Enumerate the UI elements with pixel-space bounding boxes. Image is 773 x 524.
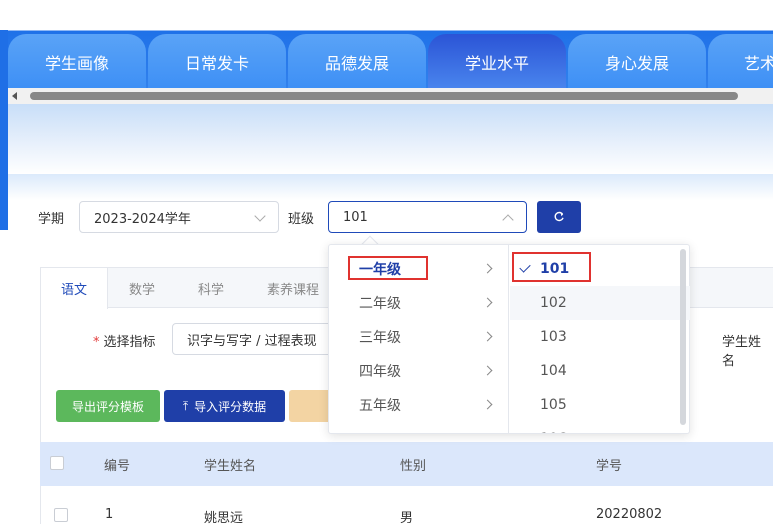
chevron-up-icon	[502, 214, 514, 226]
partially-hidden-button[interactable]	[289, 390, 329, 422]
header-number: 编号	[104, 459, 131, 474]
scroll-left-icon[interactable]	[12, 92, 17, 100]
header-student-number: 学号	[596, 459, 623, 474]
class-label: 班级	[288, 212, 315, 227]
refresh-icon	[554, 211, 564, 222]
highlight-box-class	[512, 252, 591, 282]
subtab-math[interactable]: 数学	[129, 268, 155, 308]
chevron-right-icon	[482, 331, 493, 342]
term-label: 学期	[38, 212, 65, 227]
tabs-scrollbar[interactable]	[8, 88, 773, 104]
class-option-105[interactable]: 105	[510, 388, 690, 422]
row-number: 1	[105, 507, 114, 522]
required-mark: *	[93, 335, 100, 350]
select-all-checkbox[interactable]	[50, 456, 64, 470]
class-option-102[interactable]: 102	[510, 286, 690, 320]
header-gender: 性别	[400, 459, 427, 474]
row-student-name: 姚思远	[204, 511, 244, 524]
export-template-button[interactable]: 导出评分模板	[56, 390, 160, 422]
header-gradient-band	[8, 104, 773, 174]
import-data-button[interactable]: ⤒ 导入评分数据	[164, 390, 285, 422]
row-gender: 男	[400, 511, 414, 524]
row-checkbox[interactable]	[54, 508, 68, 522]
header-student-name: 学生姓名	[204, 459, 257, 474]
chevron-right-icon	[482, 263, 493, 274]
grade-option-3[interactable]: 三年级	[329, 320, 509, 354]
class-option-106[interactable]: 106	[510, 422, 690, 433]
header-left-strip	[0, 30, 8, 230]
term-select[interactable]: 2023-2024学年	[79, 201, 279, 233]
dropdown-scrollbar[interactable]	[680, 249, 686, 425]
grade-option-4[interactable]: 四年级	[329, 354, 509, 388]
class-select-value: 101	[343, 209, 368, 225]
indicator-select-value: 识字与写字 / 过程表现	[187, 333, 317, 349]
chevron-down-icon	[254, 210, 266, 222]
tab-academic-level[interactable]: 学业水平	[428, 34, 566, 88]
term-select-value: 2023-2024学年	[94, 211, 191, 227]
tab-arts[interactable]: 艺术	[708, 34, 773, 88]
table-header: 编号 学生姓名 性别 学号	[40, 442, 773, 486]
class-option-104[interactable]: 104	[510, 354, 690, 388]
subtab-chinese[interactable]: 语文	[41, 268, 109, 309]
grade-option-2[interactable]: 二年级	[329, 286, 509, 320]
upload-icon: ⤒	[182, 398, 189, 413]
class-select[interactable]: 101	[328, 201, 527, 233]
chevron-right-icon	[482, 297, 493, 308]
grade-option-5[interactable]: 五年级	[329, 388, 509, 422]
chevron-right-icon	[482, 365, 493, 376]
tab-physical-mental[interactable]: 身心发展	[568, 34, 706, 88]
row-student-number: 20220802	[596, 507, 663, 522]
subtab-science[interactable]: 科学	[198, 268, 224, 308]
refresh-button[interactable]	[537, 201, 581, 233]
scroll-thumb[interactable]	[30, 92, 738, 100]
indicator-label: * 选择指标	[93, 335, 156, 350]
indicator-select[interactable]: 识字与写字 / 过程表现	[172, 323, 332, 355]
tab-moral-development[interactable]: 品德发展	[288, 34, 426, 88]
tab-student-portrait[interactable]: 学生画像	[8, 34, 146, 88]
table-row[interactable]: 1 姚思远 男 20220802	[40, 486, 773, 524]
subtab-literacy-course[interactable]: 素养课程	[267, 268, 319, 308]
chevron-right-icon	[482, 399, 493, 410]
highlight-box-grade	[348, 256, 428, 280]
tab-daily-cards[interactable]: 日常发卡	[148, 34, 286, 88]
class-option-103[interactable]: 103	[510, 320, 690, 354]
module-tabs: 学生画像 日常发卡 品德发展 学业水平 身心发展 艺术	[8, 34, 773, 88]
student-name-label: 学生姓名	[722, 335, 762, 369]
